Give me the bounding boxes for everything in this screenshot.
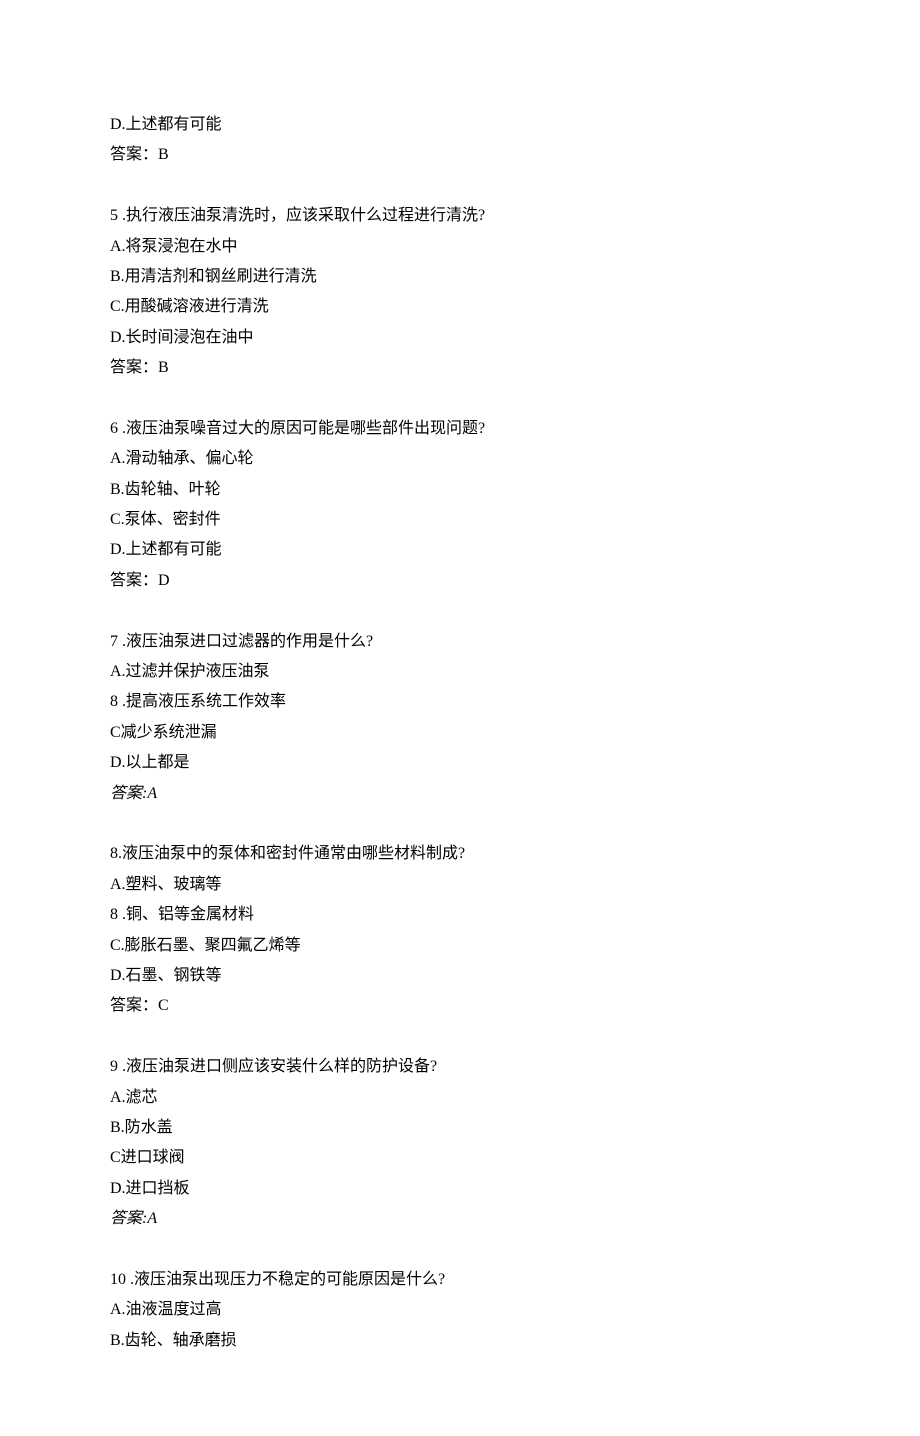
q6-option-b: B.齿轮轴、叶轮 (110, 475, 810, 505)
spacer (110, 384, 810, 414)
q7-option-a: A.过滤并保护液压油泵 (110, 657, 810, 687)
spacer (110, 596, 810, 626)
q8-option-b: 8 .铜、铝等金属材料 (110, 900, 810, 930)
q8-option-c: C.膨胀石墨、聚四氟乙烯等 (110, 931, 810, 961)
q10-option-a: A.油液温度过高 (110, 1295, 810, 1325)
q4-answer: 答案：B (110, 140, 810, 170)
q7-option-d: D.以上都是 (110, 748, 810, 778)
q5-option-c: C.用酸碱溶液进行清洗 (110, 292, 810, 322)
spacer (110, 1022, 810, 1052)
q10-option-b: B.齿轮、轴承磨损 (110, 1326, 810, 1356)
q5-question: 5 .执行液压油泵清洗时，应该采取什么过程进行清洗? (110, 201, 810, 231)
document-page: D.上述都有可能 答案：B 5 .执行液压油泵清洗时，应该采取什么过程进行清洗?… (0, 0, 920, 1436)
q6-option-d: D.上述都有可能 (110, 535, 810, 565)
spacer (110, 171, 810, 201)
q9-option-c: C进口球阀 (110, 1143, 810, 1173)
q5-option-d: D.长时间浸泡在油中 (110, 323, 810, 353)
spacer (110, 1234, 810, 1264)
q5-answer: 答案：B (110, 353, 810, 383)
q6-option-a: A.滑动轴承、偏心轮 (110, 444, 810, 474)
q7-question: 7 .液压油泵进口过滤器的作用是什么? (110, 627, 810, 657)
q5-option-b: B.用清洁剂和钢丝刷进行清洗 (110, 262, 810, 292)
q6-option-c: C.泵体、密封件 (110, 505, 810, 535)
q9-question: 9 .液压油泵进口侧应该安装什么样的防护设备? (110, 1052, 810, 1082)
q5-option-a: A.将泵浸泡在水中 (110, 232, 810, 262)
q8-question: 8.液压油泵中的泵体和密封件通常由哪些材料制成? (110, 839, 810, 869)
q9-option-d: D.进口挡板 (110, 1174, 810, 1204)
q8-option-a: A.塑料、玻璃等 (110, 870, 810, 900)
q6-answer: 答案：D (110, 566, 810, 596)
q9-option-b: B.防水盖 (110, 1113, 810, 1143)
q8-option-d: D.石墨、钢铁等 (110, 961, 810, 991)
q4-option-d: D.上述都有可能 (110, 110, 810, 140)
q7-option-c: C减少系统泄漏 (110, 718, 810, 748)
q8-answer: 答案：C (110, 991, 810, 1021)
q7-option-b: 8 .提高液压系统工作效率 (110, 687, 810, 717)
q7-answer: 答案:A (110, 779, 810, 809)
q9-option-a: A.滤芯 (110, 1083, 810, 1113)
q10-question: 10 .液压油泵出现压力不稳定的可能原因是什么? (110, 1265, 810, 1295)
q9-answer: 答案:A (110, 1204, 810, 1234)
spacer (110, 809, 810, 839)
q6-question: 6 .液压油泵噪音过大的原因可能是哪些部件出现问题? (110, 414, 810, 444)
